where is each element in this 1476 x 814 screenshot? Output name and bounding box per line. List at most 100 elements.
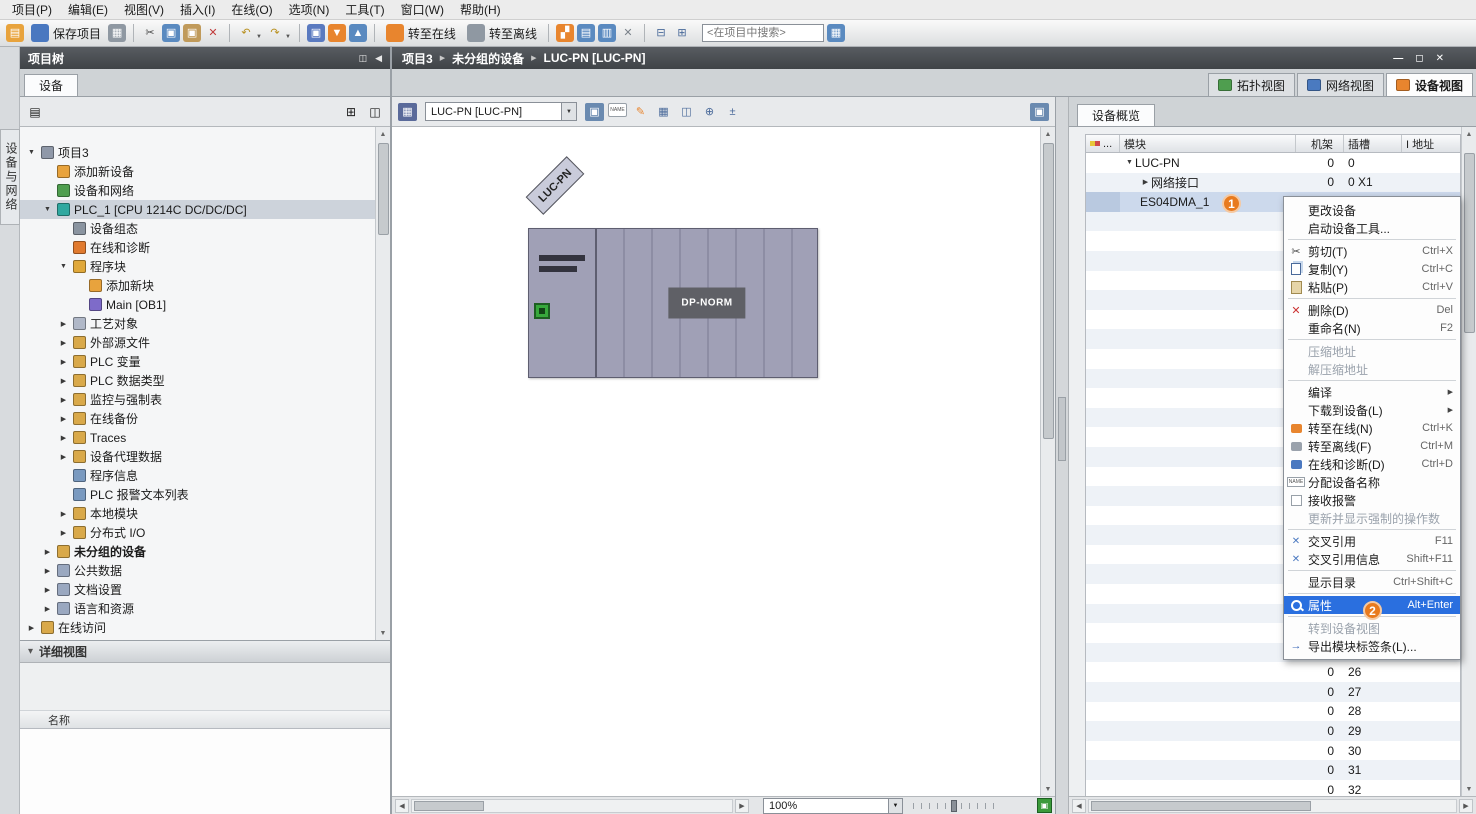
- scroll-thumb[interactable]: [1091, 801, 1311, 811]
- expand-icon[interactable]: ▶: [42, 548, 53, 556]
- expand-icon[interactable]: ▶: [58, 320, 69, 328]
- online-diagnostics-icon[interactable]: ▞: [556, 24, 574, 42]
- collapse-icon[interactable]: ▼: [58, 263, 69, 270]
- upload-from-device-icon[interactable]: ▲: [349, 24, 367, 42]
- scroll-up-icon[interactable]: ▲: [1041, 127, 1056, 141]
- pane-toggle-icon[interactable]: ◫: [366, 103, 384, 121]
- tab-devices[interactable]: 设备: [24, 74, 78, 96]
- tab-device-overview[interactable]: 设备概览: [1077, 104, 1155, 126]
- context-menu-item[interactable]: 解压缩地址: [1284, 360, 1460, 378]
- tree-item[interactable]: ▶分布式 I/O: [20, 523, 375, 542]
- context-menu-item[interactable]: 分配设备名称: [1284, 473, 1460, 491]
- collapse-icon[interactable]: ▼: [26, 149, 37, 156]
- module-slots[interactable]: DP-NORM: [597, 229, 817, 377]
- expand-icon[interactable]: ▶: [58, 529, 69, 537]
- tree-item[interactable]: ▶在线备份: [20, 409, 375, 428]
- device-overview-header[interactable]: ... 模块 机架 插槽 I 地址: [1086, 135, 1460, 153]
- tree-item[interactable]: ▼PLC_1 [CPU 1214C DC/DC/DC]: [20, 200, 375, 219]
- menu-item-0[interactable]: 项目(P): [4, 0, 60, 20]
- open-properties-icon[interactable]: ▣: [1030, 103, 1049, 121]
- context-menu-item[interactable]: 交叉引用F11: [1284, 532, 1460, 550]
- restore-button[interactable]: ◻: [1415, 53, 1423, 64]
- cut-icon[interactable]: ✂: [141, 24, 159, 42]
- panel-splitter[interactable]: [1056, 97, 1069, 814]
- context-menu-item[interactable]: 启动设备工具...: [1284, 219, 1460, 237]
- zoom-options-icon[interactable]: ±: [723, 103, 742, 121]
- canvas-hscrollbar[interactable]: [411, 799, 733, 813]
- tree-item[interactable]: Main [OB1]: [20, 295, 375, 314]
- scroll-down-icon[interactable]: ▼: [1462, 782, 1476, 796]
- context-menu-item[interactable]: 转至在线(N)Ctrl+K: [1284, 419, 1460, 437]
- device-selector-dropdown[interactable]: LUC-PN [LUC-PN] ▼: [425, 102, 577, 121]
- scroll-down-icon[interactable]: ▼: [376, 626, 391, 640]
- tab-device-view[interactable]: 设备视图: [1386, 73, 1473, 96]
- zoom-icon[interactable]: ⊕: [700, 103, 719, 121]
- tree-item[interactable]: ▶Traces: [20, 428, 375, 447]
- tree-item[interactable]: ▶在线访问: [20, 618, 375, 637]
- scroll-left-icon[interactable]: ◀: [1072, 799, 1086, 813]
- column-settings-icon[interactable]: ⊞: [342, 103, 360, 121]
- device-overview-row[interactable]: 029: [1086, 721, 1460, 741]
- menu-item-5[interactable]: 选项(N): [281, 0, 338, 20]
- menu-item-6[interactable]: 工具(T): [337, 0, 392, 20]
- expand-icon[interactable]: ▶: [58, 377, 69, 385]
- copy-icon[interactable]: ▣: [162, 24, 180, 42]
- menu-item-8[interactable]: 帮助(H): [452, 0, 509, 20]
- tree-item[interactable]: ▶文档设置: [20, 580, 375, 599]
- context-menu-item[interactable]: 更改设备: [1284, 201, 1460, 219]
- device-overview-row[interactable]: 026: [1086, 662, 1460, 682]
- tree-item[interactable]: ▼项目3: [20, 143, 375, 162]
- project-search-input[interactable]: [702, 24, 824, 42]
- tree-item[interactable]: 在线和诊断: [20, 238, 375, 257]
- devices-networks-side-tab[interactable]: 设备与网络: [0, 129, 20, 225]
- scroll-left-icon[interactable]: ◀: [395, 799, 409, 813]
- detail-view-titlebar[interactable]: ▾ 详细视图: [20, 641, 390, 663]
- header-status-cell[interactable]: ...: [1086, 135, 1120, 152]
- device-overview-row[interactable]: ▶网络接口00 X1: [1086, 173, 1460, 193]
- context-menu-item[interactable]: 粘贴(P)Ctrl+V: [1284, 278, 1460, 296]
- watch-table-icon[interactable]: ▤: [577, 24, 595, 42]
- overview-hscrollbar[interactable]: ◀ ▶: [1069, 796, 1476, 814]
- library-view-icon[interactable]: ▦: [827, 24, 845, 42]
- undo-icon[interactable]: ↶: [237, 24, 255, 42]
- collapse-panel-icon[interactable]: ◀: [375, 53, 382, 64]
- scroll-thumb[interactable]: [414, 801, 484, 811]
- collapse-icon[interactable]: ▼: [1124, 159, 1135, 166]
- grid-icon[interactable]: ▦: [654, 103, 673, 121]
- menu-item-4[interactable]: 在线(O): [223, 0, 280, 20]
- tree-item[interactable]: ▶本地模块: [20, 504, 375, 523]
- canvas-vscrollbar[interactable]: ▲ ▼: [1040, 127, 1055, 796]
- menu-item-7[interactable]: 窗口(W): [393, 0, 452, 20]
- go-offline-button[interactable]: 转至离线: [463, 23, 541, 43]
- context-menu-item[interactable]: 下载到设备(L)▶: [1284, 401, 1460, 419]
- scroll-thumb[interactable]: [1043, 143, 1054, 439]
- context-menu-item[interactable]: 更新并显示强制的操作数: [1284, 509, 1460, 527]
- chevron-down-icon[interactable]: ▼: [561, 103, 576, 120]
- scroll-thumb[interactable]: [1464, 153, 1475, 333]
- chevron-down-icon[interactable]: ▼: [888, 799, 902, 813]
- tree-item[interactable]: ▶设备代理数据: [20, 447, 375, 466]
- context-menu-item[interactable]: 在线和诊断(D)Ctrl+D: [1284, 455, 1460, 473]
- expand-icon[interactable]: ▶: [42, 567, 53, 575]
- tree-item[interactable]: 添加新设备: [20, 162, 375, 181]
- context-menu-item[interactable]: 转至离线(F)Ctrl+M: [1284, 437, 1460, 455]
- zoom-slider-handle[interactable]: [951, 800, 957, 812]
- device-name-tag[interactable]: LUC-PN: [526, 156, 585, 215]
- header-rack[interactable]: 机架: [1296, 135, 1344, 152]
- auto-collapse-icon[interactable]: ◫: [359, 53, 368, 64]
- force-table-icon[interactable]: ▥: [598, 24, 616, 42]
- scroll-right-icon[interactable]: ▶: [1459, 799, 1473, 813]
- context-menu-item[interactable]: 重命名(N)F2: [1284, 319, 1460, 337]
- tree-item[interactable]: ▶PLC 数据类型: [20, 371, 375, 390]
- context-menu-item[interactable]: 接收报警: [1284, 491, 1460, 509]
- context-menu-item[interactable]: 剪切(T)Ctrl+X: [1284, 242, 1460, 260]
- split-horizontal-icon[interactable]: ⊟: [652, 24, 670, 42]
- breadcrumb-item[interactable]: 项目3: [402, 50, 433, 67]
- tab-network-view[interactable]: 网络视图: [1297, 73, 1384, 96]
- breadcrumb-item[interactable]: 未分组的设备: [452, 50, 524, 67]
- detail-view-name-header[interactable]: 名称: [20, 711, 390, 729]
- expand-icon[interactable]: ▶: [58, 434, 69, 442]
- menu-item-2[interactable]: 视图(V): [116, 0, 172, 20]
- zoom-slider[interactable]: [913, 800, 1001, 812]
- tree-item[interactable]: ▶未分组的设备: [20, 542, 375, 561]
